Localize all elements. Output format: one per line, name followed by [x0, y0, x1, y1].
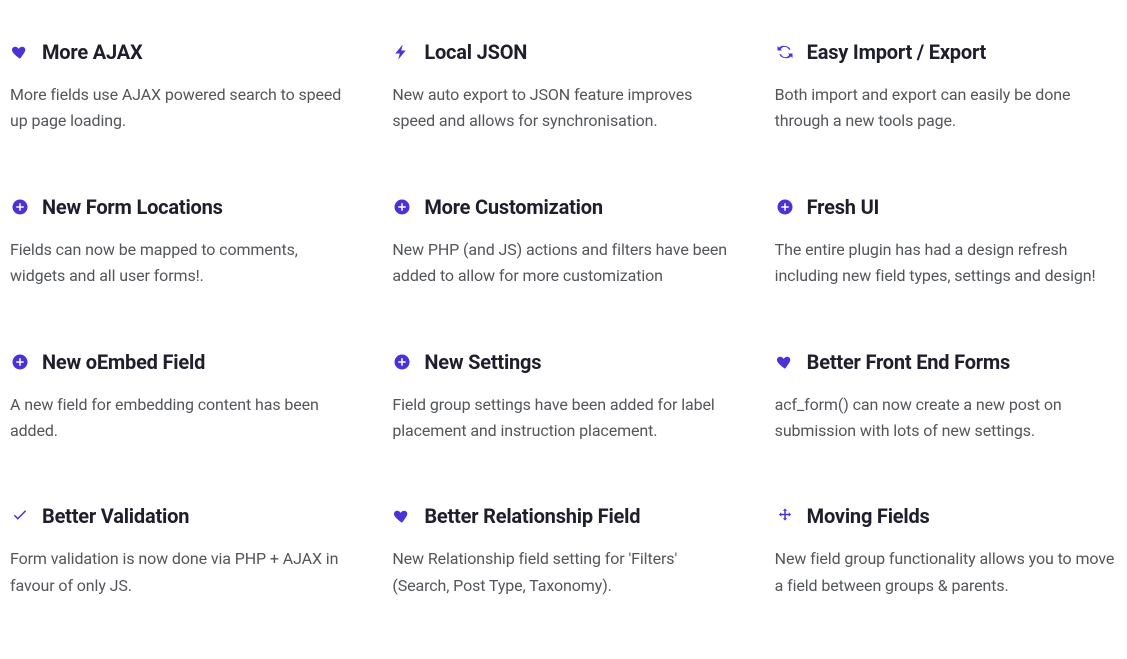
feature-title: More AJAX [42, 40, 142, 64]
feature-title: Moving Fields [807, 504, 930, 528]
plus-circle-icon [10, 352, 30, 372]
feature-item: New Form Locations Fields can now be map… [10, 195, 352, 290]
feature-item: Moving Fields New field group functional… [775, 504, 1117, 599]
heart-icon [775, 352, 795, 372]
plus-circle-icon [392, 197, 412, 217]
feature-desc: acf_form() can now create a new post on … [775, 392, 1117, 445]
feature-title: New Settings [424, 350, 541, 374]
feature-title: Better Relationship Field [424, 504, 640, 528]
feature-desc: New PHP (and JS) actions and filters hav… [392, 237, 734, 290]
feature-title: Better Front End Forms [807, 350, 1010, 374]
feature-heading: More Customization [392, 195, 734, 219]
check-icon [10, 506, 30, 526]
feature-heading: Easy Import / Export [775, 40, 1117, 64]
feature-item: Better Relationship Field New Relationsh… [392, 504, 734, 599]
feature-title: New oEmbed Field [42, 350, 205, 374]
feature-heading: New Settings [392, 350, 734, 374]
feature-title: Easy Import / Export [807, 40, 986, 64]
feature-desc: New field group functionality allows you… [775, 546, 1117, 599]
feature-item: New Settings Field group settings have b… [392, 350, 734, 445]
feature-heading: Moving Fields [775, 504, 1117, 528]
feature-item: Better Front End Forms acf_form() can no… [775, 350, 1117, 445]
feature-heading: Local JSON [392, 40, 734, 64]
feature-heading: Fresh UI [775, 195, 1117, 219]
feature-item: Easy Import / Export Both import and exp… [775, 40, 1117, 135]
feature-heading: New oEmbed Field [10, 350, 352, 374]
heart-icon [10, 42, 30, 62]
feature-item: Fresh UI The entire plugin has had a des… [775, 195, 1117, 290]
feature-item: New oEmbed Field A new field for embeddi… [10, 350, 352, 445]
feature-desc: More fields use AJAX powered search to s… [10, 82, 352, 135]
feature-desc: New auto export to JSON feature improves… [392, 82, 734, 135]
bolt-icon [392, 42, 412, 62]
feature-desc: Both import and export can easily be don… [775, 82, 1117, 135]
plus-circle-icon [775, 197, 795, 217]
feature-grid: More AJAX More fields use AJAX powered s… [10, 40, 1117, 599]
feature-heading: New Form Locations [10, 195, 352, 219]
feature-item: More Customization New PHP (and JS) acti… [392, 195, 734, 290]
feature-heading: Better Front End Forms [775, 350, 1117, 374]
plus-circle-icon [392, 352, 412, 372]
feature-heading: Better Relationship Field [392, 504, 734, 528]
heart-icon [392, 506, 412, 526]
feature-title: New Form Locations [42, 195, 223, 219]
feature-desc: Field group settings have been added for… [392, 392, 734, 445]
feature-title: Better Validation [42, 504, 189, 528]
feature-desc: The entire plugin has had a design refre… [775, 237, 1117, 290]
feature-title: Local JSON [424, 40, 527, 64]
feature-desc: Fields can now be mapped to comments, wi… [10, 237, 352, 290]
feature-desc: A new field for embedding content has be… [10, 392, 352, 445]
feature-desc: New Relationship field setting for 'Filt… [392, 546, 734, 599]
arrows-icon [775, 506, 795, 526]
feature-heading: More AJAX [10, 40, 352, 64]
feature-desc: Form validation is now done via PHP + AJ… [10, 546, 352, 599]
feature-item: More AJAX More fields use AJAX powered s… [10, 40, 352, 135]
feature-item: Local JSON New auto export to JSON featu… [392, 40, 734, 135]
sync-icon [775, 42, 795, 62]
plus-circle-icon [10, 197, 30, 217]
feature-item: Better Validation Form validation is now… [10, 504, 352, 599]
feature-title: Fresh UI [807, 195, 880, 219]
feature-heading: Better Validation [10, 504, 352, 528]
feature-title: More Customization [424, 195, 603, 219]
